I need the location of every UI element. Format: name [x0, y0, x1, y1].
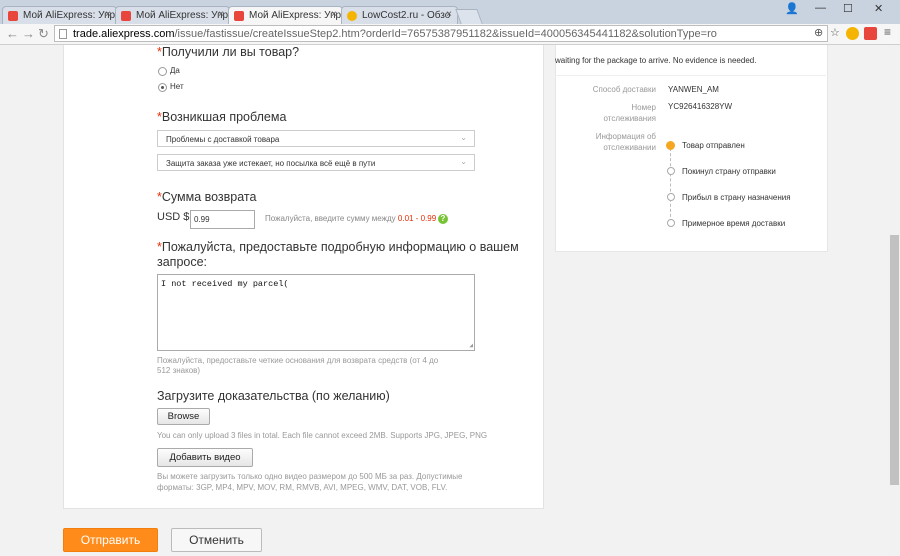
refund-hint: Пожалуйста, введите сумму между 0.01 - 0…	[265, 214, 437, 223]
problem-detail-select[interactable]: Защита заказа уже истекает, но посылка в…	[157, 154, 475, 171]
close-icon[interactable]: ×	[331, 9, 337, 20]
tab-title: LowCost2.ru - Обзо	[362, 10, 451, 21]
upload-hint: You can only upload 3 files in total. Ea…	[157, 431, 488, 440]
chevron-down-icon: ⌄	[460, 157, 467, 166]
timeline-step: Примерное время доставки	[682, 219, 786, 228]
user-icon[interactable]: 👤	[785, 2, 799, 15]
timeline-dot	[667, 193, 675, 201]
evidence-note: waiting for the package to arrive. No ev…	[555, 56, 757, 65]
scrollbar[interactable]	[889, 45, 900, 556]
minimize-icon[interactable]: —	[815, 2, 826, 14]
url-domain: trade.aliexpress.com	[73, 28, 175, 40]
new-tab-button[interactable]	[455, 9, 483, 24]
radio-no[interactable]	[158, 83, 167, 92]
browser-tab[interactable]: LowCost2.ru - Обзо ×	[341, 6, 458, 24]
shipping-method-value: YANWEN_AM	[668, 85, 719, 94]
upload-heading: Загрузите доказательства (по желанию)	[157, 389, 390, 403]
reload-icon[interactable]: ↻	[38, 26, 49, 42]
aliexpress-favicon-icon	[121, 11, 131, 21]
received-question: *Получили ли вы товар?	[157, 45, 300, 59]
browser-toolbar: ← → ↻ trade.aliexpress.com/issue/fastiss…	[0, 24, 900, 45]
problem-heading: *Возникшая проблема	[157, 110, 287, 124]
browser-tab[interactable]: Мой AliExpress: Упр ×	[115, 6, 230, 24]
browse-button[interactable]: Browse	[157, 408, 210, 425]
help-icon[interactable]: ?	[438, 214, 448, 224]
timeline-dot-active	[666, 141, 675, 150]
timeline-dot	[667, 219, 675, 227]
extension-icon[interactable]	[864, 27, 877, 40]
shipping-method-label: Способ доставки	[592, 85, 656, 94]
zoom-icon[interactable]: ⊕	[814, 26, 823, 39]
back-icon[interactable]: ←	[6, 26, 19, 41]
lowcost-favicon-icon	[347, 11, 357, 21]
address-bar[interactable]: trade.aliexpress.com/issue/fastissue/cre…	[54, 25, 828, 42]
menu-icon[interactable]: ≡	[884, 25, 891, 39]
bookmark-star-icon[interactable]: ☆	[830, 26, 840, 39]
close-window-icon[interactable]: ✕	[874, 2, 883, 15]
tab-title: Мой AliExpress: Упр	[249, 10, 342, 21]
details-hint: Пожалуйста, предоставьте четкие основани…	[157, 356, 439, 375]
timeline-step: Товар отправлен	[682, 141, 745, 150]
url-path: /issue/fastissue/createIssueStep2.htm?or…	[174, 28, 717, 40]
browser-tab[interactable]: Мой AliExpress: Упр ×	[2, 6, 117, 24]
add-video-button[interactable]: Добавить видео	[157, 448, 253, 467]
forward-icon[interactable]: →	[22, 26, 35, 41]
aliexpress-favicon-icon	[8, 11, 18, 21]
divider	[555, 75, 826, 76]
refund-amount-input[interactable]: 0.99	[190, 210, 255, 229]
close-icon[interactable]: ×	[446, 9, 452, 20]
chevron-down-icon: ⌄	[460, 133, 467, 142]
tab-title: Мой AliExpress: Упр	[136, 10, 229, 21]
page-icon	[59, 29, 67, 39]
resize-handle-icon[interactable]: ◢	[469, 342, 473, 349]
radio-yes[interactable]	[158, 67, 167, 76]
currency-label: USD $	[157, 211, 190, 223]
timeline-step: Прибыл в страну назначения	[682, 193, 791, 202]
submit-button[interactable]: Отправить	[63, 528, 158, 552]
cancel-button[interactable]: Отменить	[171, 528, 262, 552]
browser-tab-active[interactable]: Мой AliExpress: Упр ×	[228, 6, 343, 24]
radio-yes-label: Да	[170, 66, 180, 75]
aliexpress-favicon-icon	[234, 11, 244, 21]
tab-title: Мой AliExpress: Упр	[23, 10, 116, 21]
tracking-number-value[interactable]: YC926416328YW	[668, 102, 732, 111]
details-textarea[interactable]: I not received my parcel(◢	[157, 274, 475, 351]
video-hint: Вы можете загрузить только одно видео ра…	[157, 472, 463, 492]
maximize-icon[interactable]: ☐	[843, 2, 853, 15]
tab-bar: Мой AliExpress: Упр × Мой AliExpress: Уп…	[0, 0, 900, 24]
refund-heading: *Сумма возврата	[157, 190, 257, 204]
tracking-info-label: Информация об отслеживании	[595, 132, 656, 152]
details-heading: *Пожалуйста, предоставьте подробную инфо…	[157, 240, 519, 269]
scrollbar-thumb[interactable]	[890, 235, 899, 485]
radio-no-label: Нет	[170, 82, 184, 91]
problem-select[interactable]: Проблемы с доставкой товара ⌄	[157, 130, 475, 147]
tracking-number-label: Номер отслеживания	[603, 103, 656, 123]
timeline-line	[670, 148, 671, 222]
extension-icon[interactable]	[846, 27, 859, 40]
close-icon[interactable]: ×	[218, 9, 224, 20]
timeline-dot	[667, 167, 675, 175]
close-icon[interactable]: ×	[105, 9, 111, 20]
timeline-step: Покинул страну отправки	[682, 167, 776, 176]
